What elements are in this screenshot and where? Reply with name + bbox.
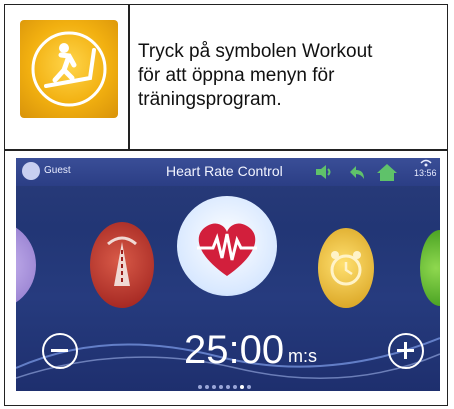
workout-icon[interactable] (20, 20, 118, 118)
page-dot[interactable] (205, 385, 209, 389)
page-dot[interactable] (198, 385, 202, 389)
treadmill-screen: Guest Heart Rate Control 13:56 25:00 m:s (16, 158, 440, 391)
road-icon (107, 236, 137, 286)
instruction-text: Tryck på symbolen Workout för att öppna … (138, 40, 438, 112)
speaker-icon[interactable] (314, 163, 334, 181)
page-title: Heart Rate Control (166, 163, 283, 179)
page-dot[interactable] (226, 385, 230, 389)
program-partial-right[interactable] (420, 230, 440, 306)
table-column-divider (128, 4, 130, 150)
page-dot[interactable] (212, 385, 216, 389)
avatar[interactable] (22, 162, 40, 180)
timer-program-button[interactable] (318, 228, 374, 308)
alarm-clock-icon (330, 251, 362, 286)
back-arrow-icon[interactable] (346, 163, 366, 181)
page-dot[interactable] (247, 385, 251, 389)
decrease-button[interactable] (42, 333, 78, 369)
home-icon[interactable] (376, 162, 398, 182)
instruction-line-2: för att öppna menyn för (138, 65, 335, 86)
increase-button[interactable] (388, 333, 424, 369)
time-value: 25:00 (184, 328, 285, 372)
table-divider (4, 149, 448, 151)
minus-icon (51, 349, 68, 352)
time-unit: m:s (288, 346, 317, 366)
wifi-icon (420, 159, 432, 167)
page-indicator (198, 376, 254, 389)
page-dot-active[interactable] (240, 385, 244, 389)
user-label: Guest (44, 165, 71, 176)
instruction-line-3: träningsprogram. (138, 89, 282, 110)
clock: 13:56 (414, 168, 437, 178)
program-partial-left[interactable] (16, 220, 36, 310)
plus-icon (397, 342, 414, 359)
instruction-line-1: Tryck på symbolen Workout (138, 41, 373, 62)
hill-program-button[interactable] (90, 222, 154, 308)
heart-icon (197, 223, 257, 276)
page-dot[interactable] (219, 385, 223, 389)
heart-rate-program-button[interactable] (177, 196, 277, 296)
status-bar: Guest Heart Rate Control 13:56 (16, 158, 440, 186)
page-dot[interactable] (233, 385, 237, 389)
